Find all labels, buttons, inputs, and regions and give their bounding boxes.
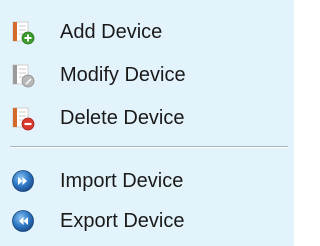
export-device-icon [12, 210, 34, 232]
import-device-icon [12, 170, 34, 192]
menu-item-modify-device[interactable]: Modify Device [0, 55, 294, 95]
add-device-icon [12, 21, 35, 45]
menu-item-label: Modify Device [60, 63, 186, 86]
menu-item-label: Export Device [60, 209, 185, 232]
modify-device-icon [12, 64, 35, 88]
delete-device-icon [12, 107, 35, 131]
menu-item-label: Import Device [60, 169, 184, 192]
menu-item-export-device[interactable]: Export Device [0, 201, 294, 241]
context-menu: Add Device Modify Device Delete Device I… [0, 0, 294, 246]
menu-separator [10, 146, 288, 148]
menu-item-import-device[interactable]: Import Device [0, 161, 294, 201]
menu-item-delete-device[interactable]: Delete Device [0, 98, 294, 138]
menu-item-label: Delete Device [60, 106, 185, 129]
menu-item-add-device[interactable]: Add Device [0, 12, 294, 52]
menu-item-label: Add Device [60, 20, 163, 43]
